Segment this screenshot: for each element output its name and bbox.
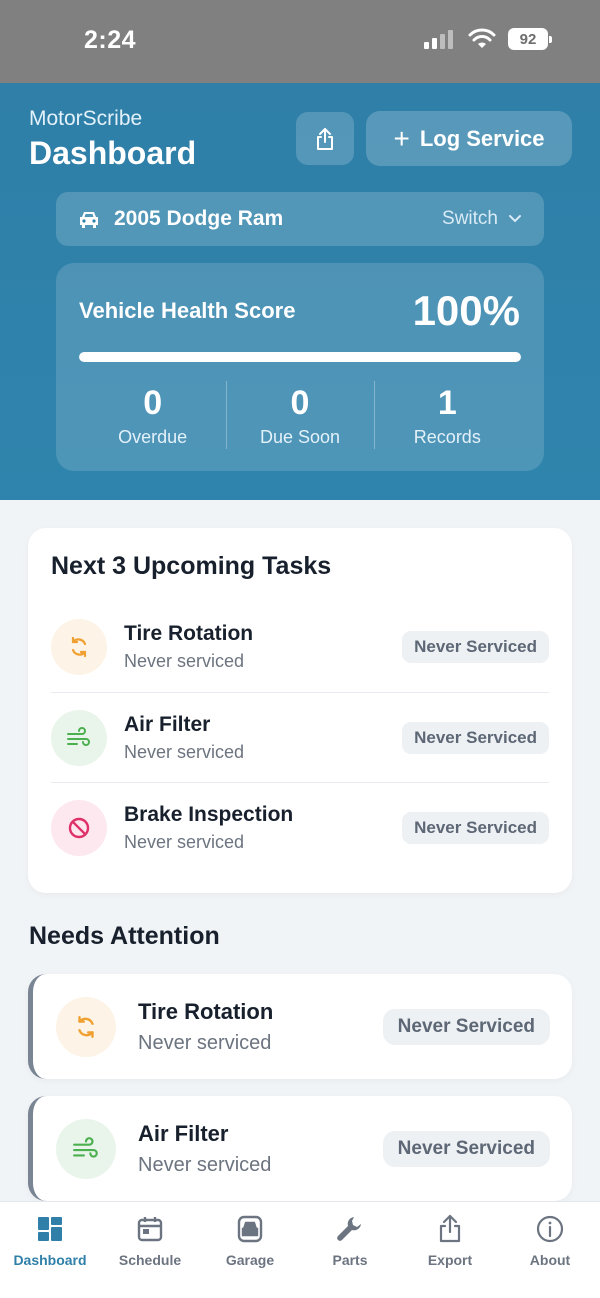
task-row[interactable]: Brake Inspection Never serviced Never Se…: [51, 782, 549, 872]
rotate-icon: [51, 619, 107, 675]
tab-export[interactable]: Export: [400, 1202, 500, 1298]
task-row[interactable]: Tire Rotation Never serviced Never Servi…: [51, 602, 549, 692]
health-score-card: Vehicle Health Score 100% 0 Overdue 0 Du…: [56, 263, 544, 471]
status-badge: Never Serviced: [402, 631, 549, 663]
tab-label: Schedule: [118, 1252, 182, 1268]
health-stats: 0 Overdue 0 Due Soon 1 Records: [79, 381, 521, 451]
task-text: Tire Rotation Never serviced: [124, 622, 402, 672]
stat-overdue: 0 Overdue: [79, 381, 226, 451]
vehicle-name: 2005 Dodge Ram: [114, 207, 284, 230]
status-bar: 2:24 92: [0, 0, 600, 83]
app-name: MotorScribe: [29, 107, 143, 130]
calendar-icon: [137, 1217, 163, 1242]
wind-icon: [51, 709, 107, 766]
wrench-icon: [337, 1217, 361, 1241]
car-icon: [80, 212, 98, 228]
share-icon: [317, 127, 333, 150]
plus-icon: +: [393, 122, 410, 154]
tab-about[interactable]: About: [500, 1202, 600, 1298]
log-service-button[interactable]: + Log Service: [366, 111, 572, 166]
task-text: Air Filter Never serviced: [124, 713, 402, 763]
tab-garage[interactable]: Garage: [200, 1202, 300, 1298]
stat-records: 1 Records: [373, 381, 521, 451]
switch-vehicle-button[interactable]: Switch: [442, 208, 522, 230]
dashboard-header: MotorScribe Dashboard + Log Service 2005…: [0, 83, 600, 500]
task-text: Brake Inspection Never serviced: [124, 803, 402, 853]
log-service-label: Log Service: [419, 125, 545, 151]
signal-icon: [424, 30, 453, 49]
rotate-icon: [56, 996, 116, 1057]
task-name: Tire Rotation: [138, 998, 274, 1024]
task-status: Never serviced: [124, 651, 245, 671]
stat-due-soon: 0 Due Soon: [226, 381, 373, 451]
health-score-label: Vehicle Health Score: [79, 298, 296, 323]
task-name: Brake Inspection: [124, 802, 294, 826]
attention-item[interactable]: Tire Rotation Never serviced Never Servi…: [28, 974, 572, 1079]
task-status: Never serviced: [124, 831, 245, 852]
switch-label: Switch: [442, 208, 498, 229]
tab-dashboard[interactable]: Dashboard: [0, 1202, 100, 1298]
stat-value: 1: [437, 384, 457, 422]
stat-label: Due Soon: [259, 427, 341, 447]
task-text: Tire Rotation Never serviced: [138, 999, 383, 1055]
needs-attention-title: Needs Attention: [29, 922, 220, 950]
health-progress-fill: [79, 352, 521, 362]
status-badge: Never Serviced: [402, 721, 549, 754]
tab-label: Export: [427, 1252, 473, 1268]
status-indicators: 92: [424, 28, 552, 50]
chevron-down-icon: [509, 215, 521, 223]
attention-item[interactable]: Air Filter Never serviced Never Serviced: [28, 1096, 572, 1201]
ban-icon: [51, 799, 107, 856]
status-badge: Never Serviced: [382, 1008, 550, 1045]
upcoming-tasks-card: Next 3 Upcoming Tasks Tire Rotation Neve…: [28, 528, 572, 893]
health-progress-bar: [79, 352, 521, 362]
tab-label: Garage: [225, 1252, 275, 1268]
stat-label: Records: [413, 427, 481, 447]
task-name: Tire Rotation: [124, 622, 254, 645]
stat-value: 0: [143, 384, 163, 422]
status-time: 2:24: [84, 26, 137, 54]
task-name: Air Filter: [124, 712, 211, 736]
info-icon: [536, 1215, 564, 1243]
task-status: Never serviced: [138, 1031, 272, 1054]
car-icon: [237, 1215, 263, 1243]
battery-icon: 92: [508, 28, 552, 50]
tab-label: Parts: [332, 1252, 368, 1268]
vehicle-selector[interactable]: 2005 Dodge Ram Switch: [56, 192, 544, 246]
page-title: Dashboard: [29, 135, 197, 171]
tab-label: Dashboard: [13, 1252, 87, 1268]
stat-label: Overdue: [118, 427, 188, 447]
status-badge: Never Serviced: [402, 811, 549, 844]
task-status: Never serviced: [138, 1153, 272, 1176]
task-text: Air Filter Never serviced: [138, 1121, 383, 1177]
status-badge: Never Serviced: [382, 1130, 550, 1167]
tab-parts[interactable]: Parts: [300, 1202, 400, 1298]
health-score-value: 100%: [412, 287, 520, 334]
task-row[interactable]: Air Filter Never serviced Never Serviced: [51, 692, 549, 782]
upcoming-tasks-title: Next 3 Upcoming Tasks: [51, 552, 332, 580]
wifi-icon: [468, 28, 496, 48]
wind-icon: [56, 1118, 116, 1179]
share-icon: [439, 1214, 461, 1243]
tab-label: About: [529, 1252, 571, 1268]
tab-schedule[interactable]: Schedule: [100, 1202, 200, 1298]
task-status: Never serviced: [124, 741, 245, 762]
share-button[interactable]: [296, 112, 354, 165]
tab-bar: Dashboard Schedule Garage Parts Export A…: [0, 1202, 600, 1298]
dashboard-icon: [38, 1217, 62, 1241]
stat-value: 0: [290, 384, 310, 422]
task-name: Air Filter: [138, 1120, 229, 1146]
